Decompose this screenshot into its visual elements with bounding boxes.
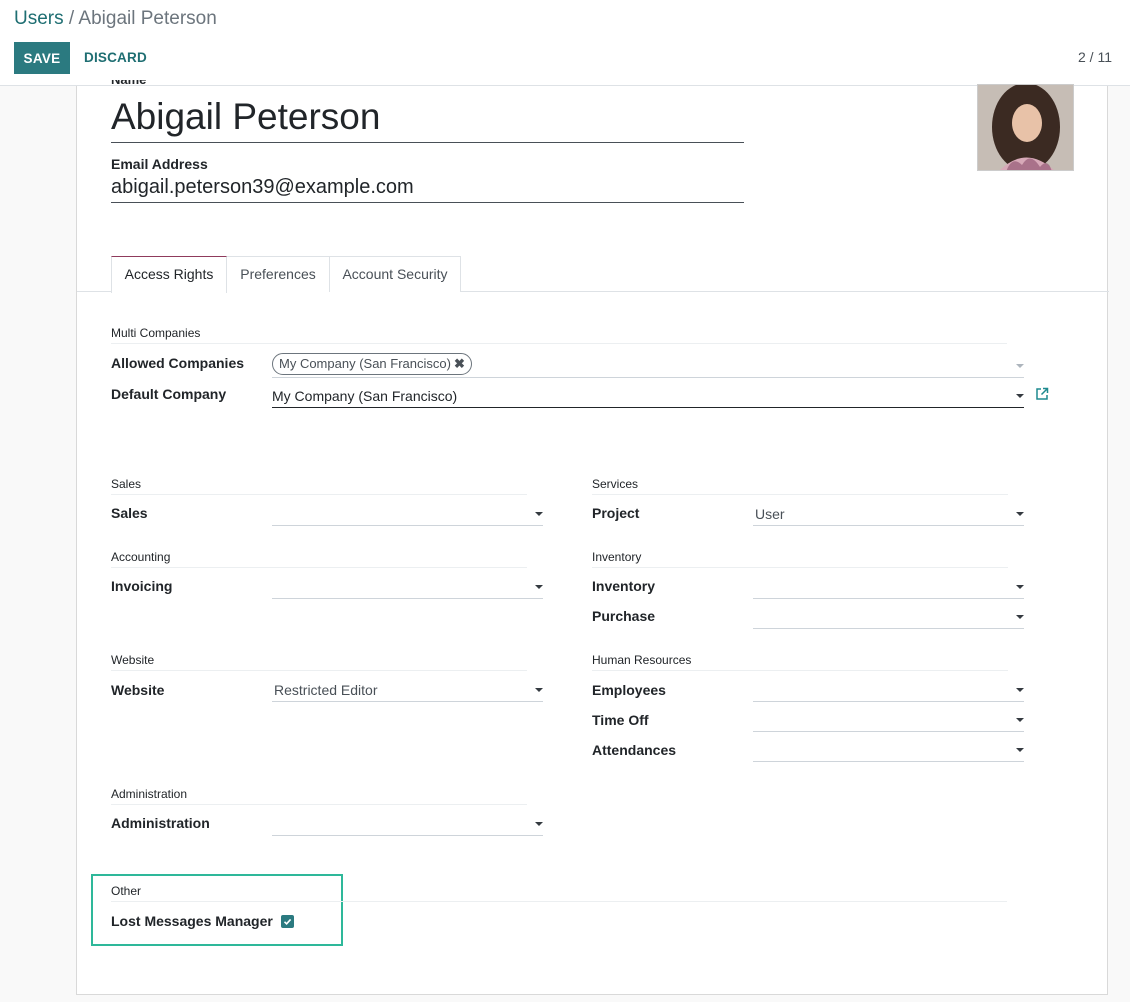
lost-messages-manager-label: Lost Messages Manager: [111, 913, 273, 929]
breadcrumb-users-link[interactable]: Users: [14, 8, 64, 29]
section-title-other: Other: [111, 884, 1007, 902]
chevron-down-icon[interactable]: [1016, 688, 1024, 692]
purchase-label: Purchase: [592, 608, 656, 624]
attendances-label: Attendances: [592, 742, 677, 758]
chevron-down-icon[interactable]: [535, 512, 543, 516]
breadcrumb: Users / Abigail Peterson: [14, 8, 217, 30]
administration-label: Administration: [111, 815, 210, 831]
project-label: Project: [592, 505, 640, 521]
chevron-down-icon[interactable]: [1016, 615, 1024, 619]
remove-tag-icon[interactable]: ✖: [454, 356, 465, 371]
default-company-value: My Company (San Francisco): [272, 388, 458, 404]
company-tag-label: My Company (San Francisco): [279, 356, 451, 371]
inventory-select[interactable]: [753, 577, 1024, 599]
chevron-down-icon[interactable]: [535, 585, 543, 589]
section-title-website: Website: [111, 653, 527, 671]
name-label: Name: [111, 80, 146, 86]
invoicing-select[interactable]: [272, 577, 543, 599]
section-title-multi-companies: Multi Companies: [111, 326, 1007, 344]
chevron-down-icon[interactable]: [535, 688, 543, 692]
form-sheet: Name Abigail Peterson Email Address abig…: [76, 80, 1109, 995]
employees-select[interactable]: [753, 680, 1024, 702]
tab-preferences[interactable]: Preferences: [227, 256, 330, 292]
discard-button[interactable]: DISCARD: [84, 42, 147, 74]
default-company-select[interactable]: My Company (San Francisco): [272, 386, 1024, 408]
avatar[interactable]: [977, 84, 1074, 171]
avatar-photo: [978, 85, 1073, 170]
project-select[interactable]: User: [753, 504, 1024, 526]
breadcrumb-current: Abigail Peterson: [78, 8, 217, 29]
website-label: Website: [111, 682, 165, 698]
check-icon: [283, 918, 292, 925]
website-value: Restricted Editor: [274, 682, 378, 698]
email-input[interactable]: abigail.peterson39@example.com: [111, 174, 744, 203]
tab-access-rights[interactable]: Access Rights: [111, 256, 227, 293]
notebook-tabs: Access Rights Preferences Account Securi…: [77, 256, 1109, 293]
breadcrumb-separator: /: [63, 8, 79, 29]
allowed-companies-label: Allowed Companies: [111, 355, 245, 371]
employees-label: Employees: [592, 682, 666, 698]
external-link-icon[interactable]: [1035, 387, 1049, 401]
chevron-down-icon[interactable]: [1016, 512, 1024, 516]
section-title-sales: Sales: [111, 477, 527, 495]
time-off-select[interactable]: [753, 710, 1024, 732]
time-off-label: Time Off: [592, 712, 649, 728]
section-title-administration: Administration: [111, 787, 527, 805]
purchase-select[interactable]: [753, 607, 1024, 629]
save-button[interactable]: SAVE: [14, 42, 70, 74]
allowed-companies-field[interactable]: My Company (San Francisco) ✖: [272, 353, 1024, 378]
website-select[interactable]: Restricted Editor: [272, 680, 543, 702]
section-title-human-resources: Human Resources: [592, 653, 1008, 671]
pager-counter[interactable]: 2 / 11: [1078, 49, 1112, 65]
lost-messages-manager-checkbox[interactable]: [281, 915, 294, 928]
invoicing-label: Invoicing: [111, 578, 173, 594]
chevron-down-icon[interactable]: [1016, 718, 1024, 722]
attendances-select[interactable]: [753, 740, 1024, 762]
chevron-down-icon[interactable]: [1016, 394, 1024, 398]
chevron-down-icon[interactable]: [1016, 748, 1024, 752]
control-panel: Users / Abigail Peterson SAVE DISCARD 2 …: [0, 0, 1130, 86]
chevron-down-icon[interactable]: [1016, 364, 1024, 368]
chevron-down-icon[interactable]: [1016, 585, 1024, 589]
chevron-down-icon[interactable]: [535, 822, 543, 826]
section-title-accounting: Accounting: [111, 550, 527, 568]
sales-label: Sales: [111, 505, 148, 521]
section-title-inventory: Inventory: [592, 550, 1008, 568]
administration-select[interactable]: [272, 814, 543, 836]
default-company-label: Default Company: [111, 386, 227, 402]
email-label: Email Address: [111, 156, 208, 172]
tab-account-security[interactable]: Account Security: [329, 256, 461, 292]
sales-select[interactable]: [272, 504, 543, 526]
project-value: User: [755, 506, 785, 522]
company-tag: My Company (San Francisco) ✖: [272, 353, 472, 375]
name-input[interactable]: Abigail Peterson: [111, 94, 744, 143]
section-title-services: Services: [592, 477, 1008, 495]
inventory-label: Inventory: [592, 578, 656, 594]
